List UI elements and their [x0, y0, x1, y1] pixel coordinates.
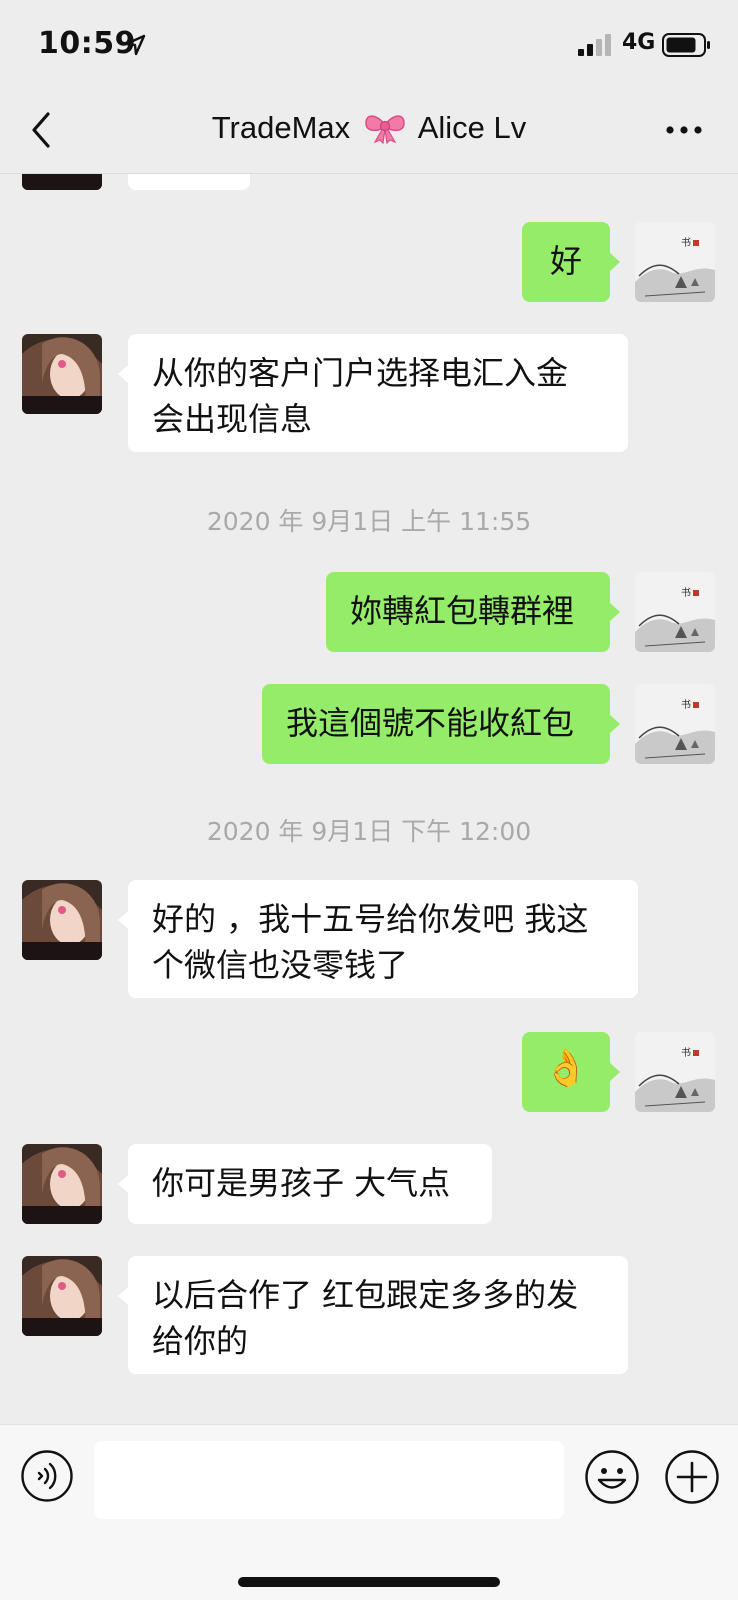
voice-icon[interactable]: [20, 1449, 74, 1503]
chat-header: TradeMax Alice Lv: [0, 90, 738, 174]
incoming-message[interactable]: 你可是男孩子 大气点: [118, 1144, 492, 1224]
message-text-line-2: 个微信也没零钱了: [152, 946, 409, 984]
message-text: 你可是男孩子 大气点: [152, 1164, 451, 1202]
message-list[interactable]: 好 书 从你的客户门户选择电汇入金 会出现信息 2020 年 9月1日 上午 1…: [0, 174, 738, 1424]
incoming-message[interactable]: [128, 174, 250, 190]
my-avatar[interactable]: 书: [635, 684, 715, 764]
location-arrow-icon: [124, 34, 146, 56]
outgoing-message[interactable]: 好: [522, 222, 620, 302]
chat-title-left: TradeMax: [211, 110, 351, 145]
incoming-message[interactable]: 以后合作了 红包跟定多多的发 给你的: [118, 1256, 628, 1374]
input-bar: [0, 1424, 738, 1600]
message-text-line-1: 从你的客户门户选择电汇入金: [152, 354, 569, 392]
ribbon-bow-icon: [365, 115, 405, 144]
more-dots-icon[interactable]: [662, 112, 706, 148]
contact-avatar[interactable]: [22, 334, 102, 414]
message-text-line-2: 给你的: [152, 1322, 249, 1360]
timestamp: 2020 年 9月1日 上午 11:55: [206, 507, 532, 536]
network-type: 4G: [622, 30, 656, 55]
ok-hand-emoji: 👌: [543, 1048, 589, 1089]
message-text: 好: [549, 242, 582, 280]
chat-title: TradeMax Alice Lv: [0, 110, 738, 146]
svg-text:书: 书: [681, 1047, 691, 1059]
contact-avatar[interactable]: [22, 1256, 102, 1336]
chat-title-right: Alice Lv: [417, 110, 527, 145]
my-avatar[interactable]: 书: [635, 1032, 715, 1112]
outgoing-message[interactable]: 👌: [522, 1032, 620, 1112]
outgoing-message[interactable]: 妳轉紅包轉群裡: [326, 572, 620, 652]
plus-icon[interactable]: [664, 1449, 720, 1505]
contact-avatar[interactable]: [22, 174, 102, 190]
message-text-line-1: 好的 ，我十五号给你发吧 我这: [152, 900, 589, 938]
outgoing-message[interactable]: 我這個號不能收紅包: [262, 684, 620, 764]
svg-text:书: 书: [681, 587, 691, 599]
svg-text:书: 书: [681, 699, 691, 711]
contact-avatar[interactable]: [22, 880, 102, 960]
my-avatar[interactable]: 书: [635, 572, 715, 652]
emoji-icon[interactable]: [584, 1449, 640, 1505]
battery-icon: [662, 33, 710, 57]
incoming-message[interactable]: 好的 ，我十五号给你发吧 我这 个微信也没零钱了: [118, 880, 638, 998]
message-text-line-1: 以后合作了 红包跟定多多的发: [152, 1276, 579, 1314]
home-indicator[interactable]: [238, 1577, 500, 1587]
incoming-message[interactable]: 从你的客户门户选择电汇入金 会出现信息: [118, 334, 628, 452]
message-input[interactable]: [94, 1441, 564, 1519]
message-text: 我這個號不能收紅包: [286, 704, 575, 742]
status-bar: 10:59 4G: [0, 0, 738, 90]
message-text: 妳轉紅包轉群裡: [350, 592, 575, 630]
svg-text:书: 书: [681, 237, 691, 249]
cellular-signal-icon: [578, 34, 611, 56]
timestamp: 2020 年 9月1日 下午 12:00: [206, 817, 532, 846]
contact-avatar[interactable]: [22, 1144, 102, 1224]
message-text-line-2: 会出现信息: [152, 400, 313, 438]
my-avatar[interactable]: 书: [635, 222, 715, 302]
status-time: 10:59: [38, 26, 136, 61]
